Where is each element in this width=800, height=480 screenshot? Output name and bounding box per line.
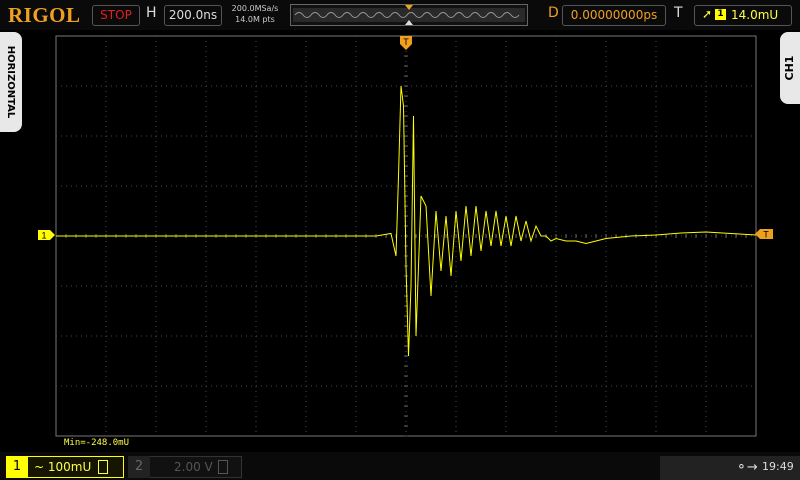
usb-icon: ⚬→	[736, 460, 758, 475]
trigger-level-marker: T	[755, 229, 773, 240]
ch2-number[interactable]: 2	[128, 456, 150, 478]
trigger-time-marker-label: T	[403, 37, 409, 47]
ch2-scale[interactable]: 2.00 V	[174, 456, 213, 478]
clock: 19:49	[762, 460, 794, 473]
ch1-ground-marker-label: 1	[41, 231, 46, 241]
min-measurement: Min=-248.0mU	[64, 438, 130, 448]
ch1-number[interactable]: 1	[6, 456, 28, 478]
ch1-ground-marker: 1	[38, 230, 55, 241]
ch1-scale-value: 100mU	[47, 460, 92, 474]
trigger-time-marker: T	[400, 36, 412, 50]
ch1-bandwidth-icon	[98, 460, 108, 474]
trigger-level-marker-label: T	[763, 230, 769, 240]
ch2-bandwidth-icon	[218, 460, 228, 474]
waveform-display[interactable]: T 1 T	[0, 0, 800, 452]
ch1-coupling-icon: ~	[34, 460, 45, 474]
ch1-scale[interactable]: ~ 100mU	[34, 456, 91, 478]
